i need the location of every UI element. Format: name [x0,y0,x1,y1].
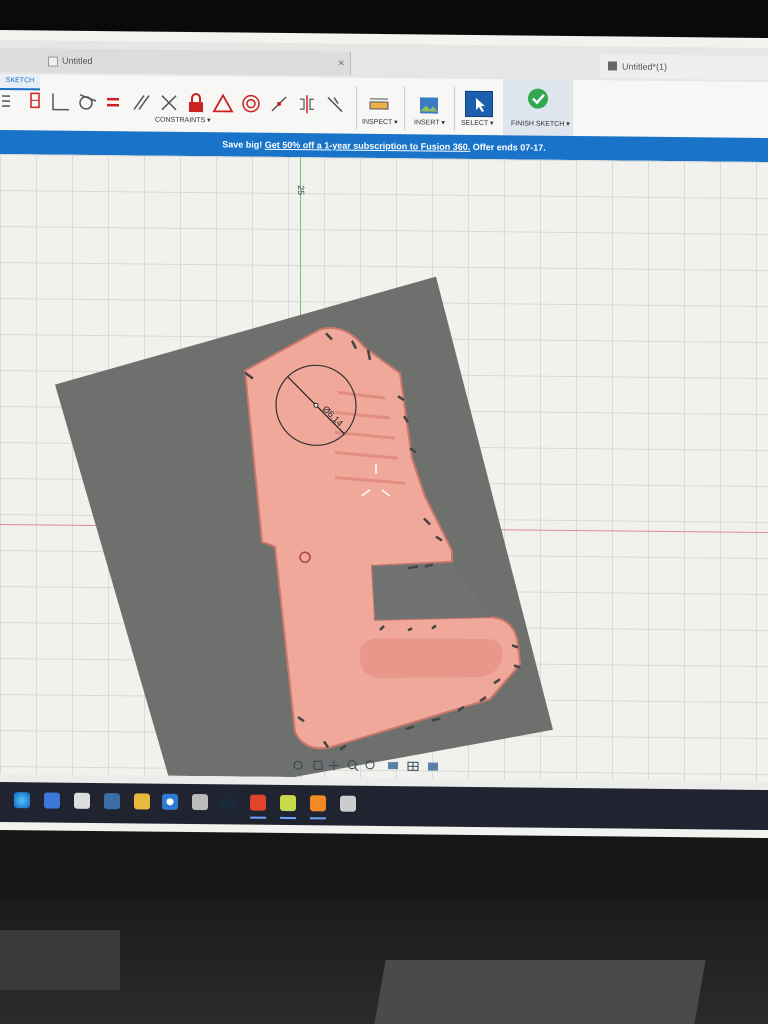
toolbar-divider [356,85,357,130]
active-indicator [250,816,266,819]
select-cursor-icon[interactable] [465,90,493,118]
constraints-menu[interactable]: CONSTRAINTS ▾ [155,116,211,125]
triangle-icon[interactable] [212,92,234,114]
display-settings-icon[interactable] [388,762,398,770]
sketch-toolbar: SKETCH CONSTRAINTS ▾ INSPECT ▾ INSERT ▾ [0,74,768,140]
insert-image-icon[interactable] [418,94,440,116]
symmetry-icon[interactable] [296,93,318,115]
orbit-icon[interactable] [293,760,303,770]
desk-paper [374,960,706,1024]
sketch-canvas[interactable]: 25 Ø6.14 [0,154,768,783]
edge-icon[interactable] [14,792,30,809]
pan-icon[interactable] [329,760,339,771]
printer-icon[interactable] [340,795,356,812]
active-indicator [310,817,326,820]
measure-icon[interactable] [368,94,390,116]
gear-app-icon[interactable] [250,794,266,811]
close-tab-icon[interactable]: × [338,52,344,76]
windows-taskbar [0,782,768,831]
tab-label: Untitled*(1) [622,61,668,72]
app-icon[interactable] [104,793,120,810]
tool-icon[interactable] [192,794,208,811]
rounded-slot [360,637,503,678]
document-icon [48,56,58,67]
dimension-icon[interactable] [24,90,46,112]
banner-suffix: Offer ends 07-17. [470,141,546,153]
perpendicular-icon[interactable] [158,92,180,114]
toolbar-divider [404,86,405,131]
folder-icon[interactable] [134,793,150,810]
desk-surface [0,900,768,1024]
banner-offer-link[interactable]: Get 50% off a 1-year subscription to Fus… [265,140,471,152]
screen: Untitled × Untitled*(1) SKETCH CONSTRAIN… [0,30,768,839]
desk-object [0,930,120,990]
banner-prefix: Save big! [222,139,265,150]
tab-sketch[interactable]: SKETCH [0,74,40,91]
canvas-image-layer: Ø6.14 [55,276,553,783]
select-menu[interactable]: SELECT ▾ [461,119,494,127]
monitor-bezel: Untitled × Untitled*(1) SKETCH CONSTRAIN… [0,0,768,1024]
fit-icon[interactable] [365,760,375,770]
active-indicator [280,816,296,820]
coincident-icon[interactable] [268,93,290,115]
cube-icon [608,61,617,71]
navigation-bar [290,757,450,775]
tab-untitled-1[interactable]: Untitled*(1) [600,54,768,81]
look-at-icon[interactable] [313,760,323,770]
steam-icon[interactable] [220,794,236,811]
store-icon[interactable] [74,792,90,809]
inspect-menu[interactable]: INSPECT ▾ [362,118,398,126]
tab-label: Untitled [62,55,93,66]
fusion-icon[interactable] [310,795,326,812]
zoom-icon[interactable] [347,760,359,772]
toolbar-divider [454,86,455,131]
tab-untitled[interactable]: Untitled × [0,48,351,76]
line-icon[interactable] [50,91,72,113]
equal-icon[interactable] [102,91,124,113]
viewports-icon[interactable] [428,762,438,771]
tangent-icon[interactable] [76,91,98,113]
grid-settings-icon[interactable] [407,761,419,771]
chrome-icon[interactable] [162,793,178,810]
menu-lines-icon[interactable] [0,90,22,112]
circle-center-point[interactable] [313,402,319,408]
mail-icon[interactable] [44,792,60,809]
insert-menu[interactable]: INSERT ▾ [414,118,445,126]
finish-sketch-label: FINISH SKETCH ▾ [511,120,570,128]
concentric-icon[interactable] [240,93,262,115]
lock-icon[interactable] [185,92,207,114]
fix-icon[interactable] [324,93,346,115]
parallel-icon[interactable] [130,91,152,113]
finish-sketch-button[interactable]: FINISH SKETCH ▾ [503,79,573,137]
notes-icon[interactable] [280,794,296,812]
checkmark-icon [528,88,548,109]
